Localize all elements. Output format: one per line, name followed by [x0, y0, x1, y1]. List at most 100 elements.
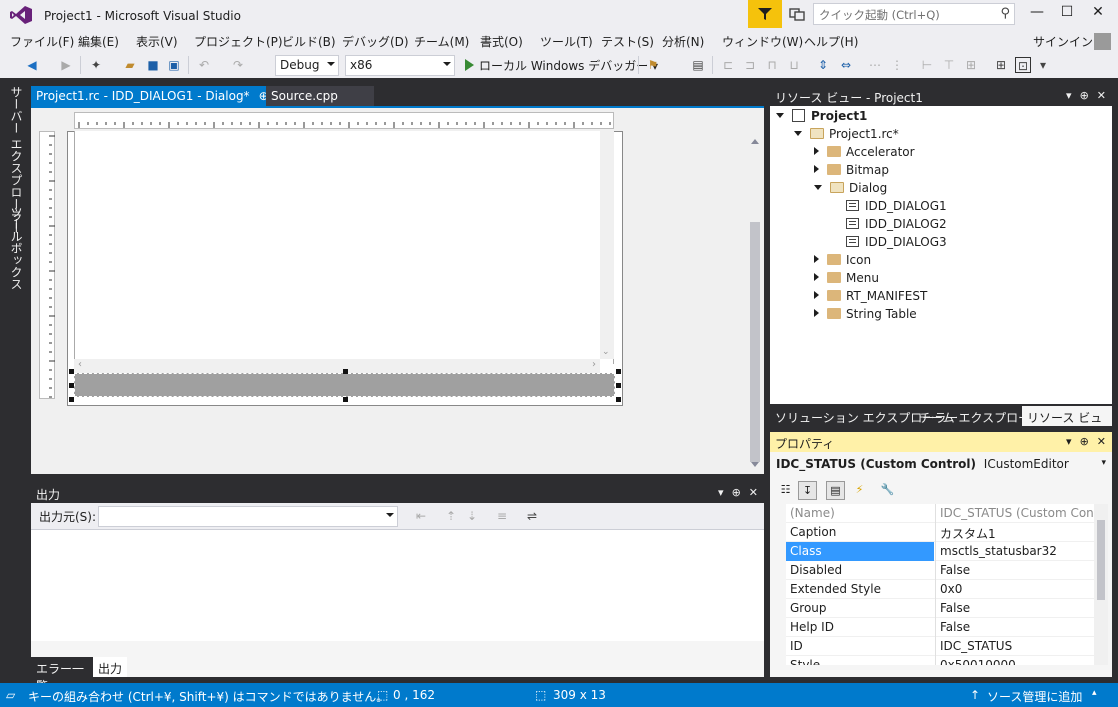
- property-row[interactable]: ID IDC_STATUS: [786, 637, 1100, 656]
- menu-file[interactable]: ファイル(F): [10, 33, 74, 50]
- maximize-button[interactable]: ☐: [1052, 4, 1082, 24]
- collapse-icon[interactable]: [814, 273, 819, 281]
- save-all-icon[interactable]: ▣: [166, 57, 182, 73]
- previous-message-icon[interactable]: ⇡: [443, 508, 459, 524]
- menu-window[interactable]: ウィンドウ(W): [722, 33, 803, 50]
- align-left-icon[interactable]: ⊏: [720, 57, 736, 73]
- scroll-down-icon[interactable]: [751, 462, 759, 467]
- align-right-icon[interactable]: ⊐: [742, 57, 758, 73]
- center-horizontal-icon[interactable]: ⇔: [838, 57, 854, 73]
- tree-item-idd-dialog3[interactable]: IDD_DIALOG3: [846, 235, 947, 249]
- tree-item-dialog[interactable]: Dialog: [814, 181, 887, 195]
- resize-handle[interactable]: [616, 383, 621, 388]
- property-value[interactable]: 0x0: [935, 580, 1095, 599]
- properties-icon[interactable]: ▤: [826, 481, 845, 500]
- save-icon[interactable]: ■: [145, 57, 161, 73]
- resize-handle[interactable]: [343, 369, 348, 374]
- source-control-button[interactable]: ソース管理に追加: [987, 688, 1082, 705]
- categorized-icon[interactable]: ☷: [776, 481, 795, 500]
- menu-help[interactable]: ヘルプ(H): [804, 33, 858, 50]
- property-row[interactable]: Caption カスタム1: [786, 523, 1100, 542]
- resize-handle[interactable]: [616, 369, 621, 374]
- tree-item-idd-dialog2[interactable]: IDD_DIALOG2: [846, 217, 947, 231]
- center-vertical-icon[interactable]: ⇕: [815, 57, 831, 73]
- toggle-grid-icon[interactable]: ⊞: [993, 57, 1009, 73]
- collapse-icon[interactable]: [814, 147, 819, 155]
- expand-icon[interactable]: [776, 113, 784, 118]
- redo-icon[interactable]: ↷: [230, 57, 246, 73]
- output-text-area[interactable]: [31, 529, 764, 641]
- find-message-icon[interactable]: ⇤: [413, 508, 429, 524]
- property-row[interactable]: Class msctls_statusbar32: [786, 542, 1100, 561]
- collapse-icon[interactable]: [814, 255, 819, 263]
- tab-source-cpp[interactable]: Source.cpp: [266, 86, 374, 106]
- toolbox-tab[interactable]: ツールボックス: [8, 206, 25, 290]
- forward-icon[interactable]: ▶: [58, 57, 74, 73]
- next-message-icon[interactable]: ⇣: [464, 508, 480, 524]
- tree-item-rt-manifest[interactable]: RT_MANIFEST: [814, 289, 927, 303]
- minimize-button[interactable]: —: [1022, 4, 1052, 24]
- tab-resource-view[interactable]: リソース ビュー: [1022, 406, 1112, 442]
- pin-icon[interactable]: ⊕: [1080, 435, 1089, 448]
- property-value[interactable]: False: [935, 599, 1095, 618]
- tree-item-icon[interactable]: Icon: [814, 253, 871, 267]
- tree-item-bitmap[interactable]: Bitmap: [814, 163, 889, 177]
- make-same-height-icon[interactable]: ⊤: [941, 57, 957, 73]
- events-icon[interactable]: ⚡: [850, 481, 869, 500]
- property-value-input[interactable]: msctls_statusbar32: [935, 542, 1095, 561]
- toolbar-overflow-icon[interactable]: ▾: [1035, 57, 1051, 73]
- scroll-thumb[interactable]: [1097, 520, 1105, 600]
- property-value[interactable]: False: [935, 561, 1095, 580]
- resize-handle[interactable]: [69, 383, 74, 388]
- resize-handle[interactable]: [343, 397, 348, 402]
- property-pages-icon[interactable]: 🔧: [878, 481, 897, 500]
- menu-build[interactable]: ビルド(B): [282, 33, 336, 50]
- find-icon[interactable]: ⚑: [645, 57, 661, 73]
- menu-debug[interactable]: デバッグ(D): [342, 33, 409, 50]
- close-icon[interactable]: ✕: [749, 486, 758, 499]
- property-value[interactable]: 0x50010000: [935, 656, 1095, 665]
- clear-all-icon[interactable]: ≡: [494, 508, 510, 524]
- expand-icon[interactable]: [794, 131, 802, 136]
- tree-item-menu[interactable]: Menu: [814, 271, 879, 285]
- collapse-icon[interactable]: [814, 165, 819, 173]
- dialog-client-area[interactable]: [74, 131, 614, 364]
- editor-vscroll[interactable]: [748, 134, 762, 472]
- tab-error-list[interactable]: エラー一覧: [31, 657, 93, 693]
- test-dialog-icon[interactable]: ▤: [690, 57, 706, 73]
- property-row[interactable]: Extended Style 0x0: [786, 580, 1100, 599]
- scroll-thumb[interactable]: [750, 222, 760, 462]
- pin-icon[interactable]: ⊕: [1080, 89, 1089, 102]
- undo-icon[interactable]: ↶: [196, 57, 212, 73]
- resize-handle[interactable]: [69, 369, 74, 374]
- close-window-button[interactable]: ✕: [1083, 4, 1113, 24]
- new-project-icon[interactable]: ✦: [88, 57, 104, 73]
- back-icon[interactable]: ◀: [24, 57, 40, 73]
- tree-item-string-table[interactable]: String Table: [814, 307, 917, 321]
- feedback-icon[interactable]: [789, 6, 805, 22]
- output-source-select[interactable]: [98, 506, 398, 527]
- pin-icon[interactable]: ⊕: [732, 486, 741, 499]
- chevron-down-icon[interactable]: ▾: [718, 486, 724, 499]
- collapse-icon[interactable]: [814, 291, 819, 299]
- tree-item-idd-dialog1[interactable]: IDD_DIALOG1: [846, 199, 947, 213]
- property-row[interactable]: Disabled False: [786, 561, 1100, 580]
- search-icon[interactable]: ⚲: [1000, 6, 1010, 21]
- menu-view[interactable]: 表示(V): [136, 33, 178, 50]
- resize-handle[interactable]: [616, 397, 621, 402]
- menu-edit[interactable]: 編集(E): [78, 33, 119, 50]
- property-row[interactable]: Style 0x50010000: [786, 656, 1100, 665]
- close-icon[interactable]: ✕: [1097, 89, 1106, 102]
- tree-item-accelerator[interactable]: Accelerator: [814, 145, 915, 159]
- property-value[interactable]: False: [935, 618, 1095, 637]
- menu-format[interactable]: 書式(O): [480, 33, 523, 50]
- tree-item-project[interactable]: Project1: [776, 109, 867, 123]
- collapse-icon[interactable]: [814, 309, 819, 317]
- start-debugging-button[interactable]: ローカル Windows デバッガー ▾: [465, 57, 658, 74]
- avatar[interactable]: [1094, 33, 1111, 50]
- property-value[interactable]: カスタム1: [935, 523, 1095, 542]
- menu-project[interactable]: プロジェクト(P): [194, 33, 283, 50]
- tree-item-rc[interactable]: Project1.rc*: [794, 127, 899, 141]
- notification-icon[interactable]: ▱: [6, 688, 15, 702]
- align-bottom-icon[interactable]: ⊔: [786, 57, 802, 73]
